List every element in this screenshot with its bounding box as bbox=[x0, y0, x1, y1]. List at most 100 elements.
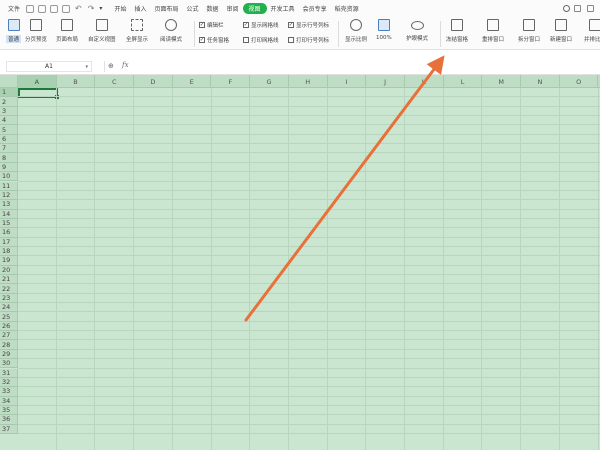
row-header-32[interactable]: 32 bbox=[0, 377, 18, 388]
row-header-31[interactable]: 31 bbox=[0, 368, 18, 378]
column-header-n[interactable]: N bbox=[521, 75, 560, 88]
tab-review[interactable]: 审阅 bbox=[223, 4, 243, 13]
name-box[interactable]: A1 ▾ bbox=[6, 61, 92, 72]
column-header-c[interactable]: C bbox=[95, 75, 135, 88]
show-gridlines-checkbox[interactable]: ✓ 显示网格线 bbox=[243, 21, 279, 29]
row-header-13[interactable]: 13 bbox=[0, 200, 18, 210]
row-header-26[interactable]: 26 bbox=[0, 321, 18, 332]
row-header-36[interactable]: 36 bbox=[0, 415, 18, 425]
row-header-25[interactable]: 25 bbox=[0, 312, 18, 322]
column-header-g[interactable]: G bbox=[250, 75, 289, 88]
column-header-f[interactable]: F bbox=[212, 75, 251, 88]
row-header-11[interactable]: 11 bbox=[0, 181, 18, 191]
row-header-15[interactable]: 15 bbox=[0, 218, 18, 229]
row-header-21[interactable]: 21 bbox=[0, 275, 18, 285]
row-header-14[interactable]: 14 bbox=[0, 209, 18, 219]
tab-docer[interactable]: 稻壳资源 bbox=[331, 4, 363, 13]
redo-icon[interactable]: ↷ bbox=[85, 4, 98, 13]
eye-protection-button[interactable]: 护眼模式 bbox=[406, 19, 428, 42]
column-header-e[interactable]: E bbox=[173, 75, 212, 88]
row-header-4[interactable]: 4 bbox=[0, 116, 18, 126]
show-row-col-headers-checkbox[interactable]: ✓ 显示行号列标 bbox=[288, 21, 329, 29]
rearrange-windows-button[interactable]: 重排窗口 bbox=[482, 19, 504, 43]
export-pdf-icon[interactable] bbox=[38, 4, 47, 13]
row-header-2[interactable]: 2 bbox=[0, 97, 18, 107]
row-header-7[interactable]: 7 bbox=[0, 144, 18, 154]
tab-member[interactable]: 会员专享 bbox=[299, 4, 331, 13]
column-header-m[interactable]: M bbox=[482, 75, 522, 88]
new-window-button[interactable]: 新建窗口 bbox=[550, 19, 572, 43]
column-header-d[interactable]: D bbox=[134, 75, 173, 88]
row-header-33[interactable]: 33 bbox=[0, 387, 18, 397]
tab-data[interactable]: 数据 bbox=[203, 4, 223, 13]
worksheet-grid[interactable]: ABCDEFGHIJKLMNO 1 2 3 4 5 6 7 8 9 10 11 12 13 14 15 16 1… bbox=[0, 75, 600, 450]
row-header-24[interactable]: 24 bbox=[0, 303, 18, 313]
row-header-18[interactable]: 18 bbox=[0, 246, 18, 257]
row-header-34[interactable]: 34 bbox=[0, 396, 18, 406]
row-header-19[interactable]: 19 bbox=[0, 256, 18, 266]
tab-home[interactable]: 开始 bbox=[110, 4, 130, 13]
row-header-1[interactable]: 1 bbox=[0, 88, 18, 98]
column-header-a[interactable]: A bbox=[18, 75, 57, 88]
row-header-20[interactable]: 20 bbox=[0, 265, 18, 275]
tab-developer[interactable]: 开发工具 bbox=[267, 4, 299, 13]
zoom-formula-icon[interactable]: ⊕ bbox=[108, 62, 114, 70]
row-header-16[interactable]: 16 bbox=[0, 228, 18, 238]
row-header-23[interactable]: 23 bbox=[0, 293, 18, 304]
formula-input[interactable] bbox=[134, 61, 594, 72]
tab-formulas[interactable]: 公式 bbox=[182, 4, 202, 13]
full-screen-button[interactable]: 全屏显示 bbox=[126, 19, 148, 43]
freeze-panes-button[interactable]: 冻结窗格 bbox=[446, 19, 468, 43]
custom-view-button[interactable]: 自定义视图 bbox=[88, 19, 116, 43]
row-header-9[interactable]: 9 bbox=[0, 162, 18, 173]
column-header-k[interactable]: K bbox=[405, 75, 444, 88]
tab-page-layout[interactable]: 页面布局 bbox=[150, 4, 182, 13]
print-icon[interactable] bbox=[50, 4, 59, 13]
row-header-30[interactable]: 30 bbox=[0, 359, 18, 369]
row-header-17[interactable]: 17 bbox=[0, 237, 18, 247]
save-icon[interactable] bbox=[26, 4, 35, 13]
tab-view[interactable]: 视图 bbox=[242, 3, 267, 14]
tab-insert[interactable]: 插入 bbox=[130, 4, 150, 13]
row-header-29[interactable]: 29 bbox=[0, 349, 18, 360]
print-row-col-headers-checkbox[interactable]: 打印行号列标 bbox=[288, 36, 329, 44]
row-header-28[interactable]: 28 bbox=[0, 340, 18, 350]
select-all-corner[interactable] bbox=[0, 75, 18, 88]
row-header-8[interactable]: 8 bbox=[0, 153, 18, 163]
column-header-b[interactable]: B bbox=[57, 75, 96, 88]
grid-row-line bbox=[18, 395, 600, 397]
edit-bar-checkbox[interactable]: ✓ 编辑栏 bbox=[199, 21, 224, 29]
page-break-preview-button[interactable]: 分页预览 bbox=[25, 19, 47, 43]
zoom-100-button[interactable]: 100% bbox=[376, 19, 392, 41]
column-header-i[interactable]: I bbox=[328, 75, 367, 88]
column-header-l[interactable]: L bbox=[444, 75, 483, 88]
normal-view-button[interactable]: 普通 bbox=[6, 19, 22, 43]
reading-mode-button[interactable]: 阅读模式 bbox=[160, 19, 182, 43]
column-header-j[interactable]: J bbox=[366, 75, 405, 88]
page-layout-button[interactable]: 页面布局 bbox=[56, 19, 78, 43]
search-box[interactable] bbox=[563, 5, 570, 12]
column-header-h[interactable]: H bbox=[289, 75, 328, 88]
zoom-button[interactable]: 显示比例 bbox=[345, 19, 367, 43]
task-pane-checkbox[interactable]: ✓ 任务窗格 bbox=[199, 36, 229, 44]
menu-file[interactable]: 文件 bbox=[4, 4, 24, 13]
side-by-side-button[interactable]: 并排比较 bbox=[584, 19, 600, 43]
share-icon[interactable] bbox=[587, 5, 594, 12]
cloud-icon[interactable] bbox=[574, 5, 581, 12]
row-header-10[interactable]: 10 bbox=[0, 172, 18, 182]
row-header-27[interactable]: 27 bbox=[0, 331, 18, 341]
fx-icon[interactable]: fx bbox=[122, 61, 129, 69]
row-header-12[interactable]: 12 bbox=[0, 190, 18, 201]
split-window-button[interactable]: 拆分窗口 bbox=[518, 19, 540, 43]
print-preview-icon[interactable] bbox=[62, 4, 71, 13]
row-header-35[interactable]: 35 bbox=[0, 405, 18, 416]
row-header-37[interactable]: 37 bbox=[0, 424, 18, 434]
print-gridlines-checkbox[interactable]: 打印网格线 bbox=[243, 36, 279, 44]
row-header-6[interactable]: 6 bbox=[0, 134, 18, 145]
column-header-o[interactable]: O bbox=[560, 75, 599, 88]
row-header-22[interactable]: 22 bbox=[0, 284, 18, 294]
row-header-5[interactable]: 5 bbox=[0, 125, 18, 135]
row-header-3[interactable]: 3 bbox=[0, 106, 18, 117]
undo-icon[interactable]: ↶ bbox=[72, 4, 85, 13]
more-tools-icon[interactable]: ▾ bbox=[99, 5, 102, 13]
